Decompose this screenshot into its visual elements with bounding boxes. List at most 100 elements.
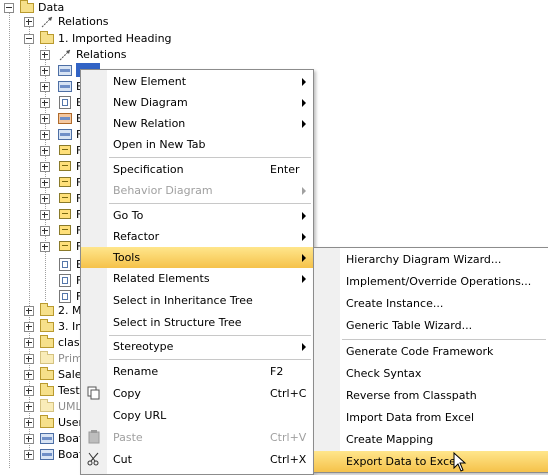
- expand-toggle[interactable]: [40, 162, 50, 172]
- tree-row-requirement[interactable]: F: [0, 159, 82, 175]
- expand-toggle[interactable]: [40, 130, 50, 140]
- expand-toggle[interactable]: [24, 402, 34, 412]
- tree-row-diagram[interactable]: F: [0, 273, 82, 289]
- tree-row-folder[interactable]: User: [0, 415, 83, 431]
- menu-item-cut[interactable]: Cut Ctrl+X: [81, 449, 313, 470]
- submenu-arrow-icon: [302, 275, 306, 283]
- menu-item-new-relation[interactable]: New Relation: [81, 113, 313, 134]
- menu-item-copy-url[interactable]: Copy URL: [81, 405, 313, 426]
- expand-toggle[interactable]: [40, 146, 50, 156]
- menu-item-copy[interactable]: Copy Ctrl+C: [81, 383, 313, 404]
- mouse-cursor-icon: [453, 452, 467, 472]
- menu-item-new-diagram[interactable]: New Diagram: [81, 92, 313, 113]
- expand-toggle[interactable]: [24, 418, 34, 428]
- tree-row-element[interactable]: F: [0, 127, 82, 143]
- folder-icon: [40, 399, 54, 412]
- menu-item-tools[interactable]: Tools: [81, 247, 313, 268]
- menu-item-export-data-to-excel[interactable]: Export Data to Excel: [314, 451, 548, 472]
- expand-toggle[interactable]: [24, 354, 34, 364]
- expand-toggle[interactable]: [24, 370, 34, 380]
- menu-item-select-in-inheritance-tree[interactable]: Select in Inheritance Tree: [81, 290, 313, 311]
- folder-icon: [40, 351, 54, 364]
- menu-item-open-in-new-tab[interactable]: Open in New Tab: [81, 134, 313, 155]
- tree-row-folder[interactable]: Sales: [0, 367, 87, 383]
- menu-item-go-to[interactable]: Go To: [81, 205, 313, 226]
- tree-row-requirement[interactable]: F: [0, 143, 82, 159]
- expand-toggle[interactable]: [40, 194, 50, 204]
- menu-item-generate-code-framework[interactable]: Generate Code Framework: [314, 341, 548, 362]
- tree-row-requirement[interactable]: F: [0, 191, 82, 207]
- expand-toggle[interactable]: [24, 17, 34, 27]
- menu-shortcut: Ctrl+C: [270, 387, 307, 400]
- menu-item-generic-table-wizard[interactable]: Generic Table Wizard...: [314, 315, 548, 336]
- expand-toggle[interactable]: [40, 242, 50, 252]
- expand-toggle[interactable]: [40, 210, 50, 220]
- expand-toggle[interactable]: [24, 434, 34, 444]
- expand-toggle[interactable]: [40, 50, 50, 60]
- tree-row-relations[interactable]: Relations: [0, 14, 120, 30]
- folder-open-icon: [20, 0, 34, 13]
- tree-row-element[interactable]: Boat: [0, 447, 83, 463]
- scissors-icon: [87, 452, 99, 466]
- expand-toggle[interactable]: [24, 450, 34, 460]
- menu-item-create-mapping[interactable]: Create Mapping: [314, 429, 548, 450]
- requirement-icon: [59, 145, 71, 155]
- tree-row-element[interactable]: E: [0, 79, 83, 95]
- menu-item-paste: Paste Ctrl+V: [81, 427, 313, 448]
- tree-row-diagram[interactable]: E: [0, 257, 83, 273]
- expand-toggle[interactable]: [40, 114, 50, 124]
- submenu-arrow-icon: [302, 233, 306, 241]
- menu-item-stereotype[interactable]: Stereotype: [81, 336, 313, 357]
- tree-row-element[interactable]: Boat: [0, 431, 83, 447]
- expand-toggle[interactable]: [40, 178, 50, 188]
- menu-item-label: Export Data to Excel: [346, 455, 459, 468]
- expand-toggle[interactable]: [24, 338, 34, 348]
- menu-item-label: Hierarchy Diagram Wizard...: [346, 253, 502, 266]
- collapse-toggle[interactable]: [4, 3, 14, 13]
- tree-row-folder[interactable]: 2. M: [0, 303, 81, 319]
- expand-toggle[interactable]: [24, 306, 34, 316]
- expand-toggle[interactable]: [40, 66, 50, 76]
- tree-row-requirement[interactable]: F: [0, 239, 82, 255]
- expand-toggle[interactable]: [24, 386, 34, 396]
- menu-item-reverse-from-classpath[interactable]: Reverse from Classpath: [314, 385, 548, 406]
- menu-item-import-data-from-excel[interactable]: Import Data from Excel: [314, 407, 548, 428]
- menu-item-create-instance[interactable]: Create Instance...: [314, 293, 548, 314]
- tree-label: 3. In: [58, 320, 83, 333]
- tree-row-folder[interactable]: UML2: [0, 399, 89, 415]
- tree-row-folder[interactable]: Test: [0, 383, 80, 399]
- tree-row-requirement[interactable]: F: [0, 223, 82, 239]
- menu-item-new-element[interactable]: New Element: [81, 71, 313, 92]
- menu-item-hierarchy-diagram-wizard[interactable]: Hierarchy Diagram Wizard...: [314, 249, 548, 270]
- expand-toggle[interactable]: [40, 226, 50, 236]
- menu-item-related-elements[interactable]: Related Elements: [81, 268, 313, 289]
- menu-item-refactor[interactable]: Refactor: [81, 226, 313, 247]
- tree-label: Relations: [58, 15, 109, 28]
- menu-item-specification[interactable]: Specification Enter: [81, 159, 313, 180]
- tree-row-element[interactable]: E: [0, 95, 83, 111]
- collapse-toggle[interactable]: [24, 34, 34, 44]
- expand-toggle[interactable]: [40, 82, 50, 92]
- menu-item-label: Go To: [113, 209, 144, 222]
- menu-item-implement-override-operations[interactable]: Implement/Override Operations...: [314, 271, 548, 292]
- menu-item-check-syntax[interactable]: Check Syntax: [314, 363, 548, 384]
- tree-row-folder[interactable]: Primi: [0, 351, 86, 367]
- submenu-arrow-icon: [302, 78, 306, 86]
- tree-row-element[interactable]: [0, 63, 80, 79]
- menu-item-label: Generate Code Framework: [346, 345, 494, 358]
- tree-row-requirement[interactable]: F: [0, 175, 82, 191]
- tree-row-requirement[interactable]: F: [0, 207, 82, 223]
- tree-row-imported-heading[interactable]: 1. Imported Heading: [0, 31, 180, 47]
- menu-item-label: Copy URL: [113, 409, 167, 422]
- tree-row-relations[interactable]: Relations: [0, 47, 140, 63]
- tree-row-folder[interactable]: class: [0, 335, 85, 351]
- tree-row-element[interactable]: E: [0, 111, 83, 127]
- menu-item-select-in-structure-tree[interactable]: Select in Structure Tree: [81, 312, 313, 333]
- expand-toggle[interactable]: [40, 98, 50, 108]
- folder-icon: [40, 335, 54, 348]
- expand-toggle[interactable]: [24, 322, 34, 332]
- menu-item-label: Create Instance...: [346, 297, 444, 310]
- tree-row-folder[interactable]: 3. In: [0, 319, 83, 335]
- menu-item-rename[interactable]: Rename F2: [81, 361, 313, 382]
- menu-item-label: Select in Inheritance Tree: [113, 294, 253, 307]
